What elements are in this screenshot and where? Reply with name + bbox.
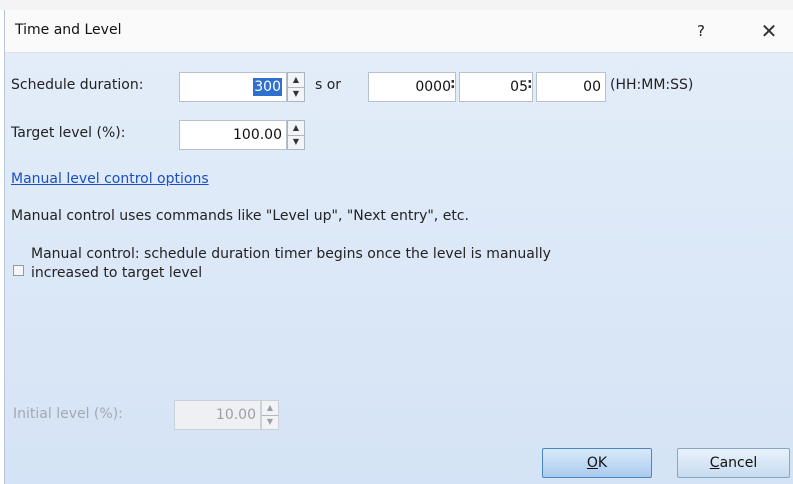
minutes-input[interactable]: 05 — [459, 72, 533, 102]
help-button[interactable]: ? — [687, 19, 715, 43]
seconds-input[interactable]: 00 — [536, 72, 606, 102]
schedule-duration-label: Schedule duration: — [11, 77, 144, 93]
hours-input[interactable]: 0000 — [368, 72, 456, 102]
schedule-seconds-input[interactable]: 300 — [179, 72, 287, 102]
dialog-title: Time and Level — [15, 22, 122, 38]
spin-down-icon[interactable]: ▼ — [288, 135, 304, 149]
close-button[interactable]: ✕ — [752, 18, 786, 44]
ok-button[interactable]: OK — [542, 448, 652, 478]
manual-control-description: Manual control uses commands like "Level… — [11, 208, 469, 224]
initial-level-label: Initial level (%): — [13, 406, 123, 422]
manual-level-control-link[interactable]: Manual level control options — [11, 171, 209, 187]
initial-level-input[interactable]: 10.00 — [174, 400, 261, 430]
spin-up-icon[interactable]: ▲ — [262, 401, 278, 416]
initial-level-spinner[interactable]: ▲ ▼ — [261, 400, 279, 430]
time-format-label: (HH:MM:SS) — [610, 77, 694, 93]
cancel-button[interactable]: Cancel — [677, 448, 790, 478]
spin-up-icon[interactable]: ▲ — [288, 73, 304, 88]
target-level-spinner[interactable]: ▲ ▼ — [287, 120, 305, 150]
spin-down-icon[interactable]: ▼ — [288, 87, 304, 101]
schedule-seconds-spinner[interactable]: ▲ ▼ — [287, 72, 305, 102]
schedule-seconds-value: 300 — [253, 78, 282, 96]
minutes-separator: : — [527, 76, 533, 92]
title-bar: Time and Level ? ✕ — [5, 10, 793, 53]
manual-control-checkbox[interactable] — [13, 265, 24, 276]
hours-separator: : — [450, 76, 456, 92]
time-and-level-dialog: Time and Level ? ✕ Schedule duration: 30… — [4, 10, 793, 484]
seconds-or-label: s or — [315, 77, 342, 93]
cancel-mnemonic: C — [709, 455, 720, 471]
manual-control-checkbox-label[interactable]: Manual control: schedule duration timer … — [31, 245, 591, 283]
cancel-label: ancel — [719, 455, 758, 471]
target-level-input[interactable]: 100.00 — [179, 120, 287, 150]
background-strip — [0, 0, 793, 10]
spin-up-icon[interactable]: ▲ — [288, 121, 304, 136]
target-level-label: Target level (%): — [11, 125, 126, 141]
ok-label: K — [597, 455, 608, 471]
spin-down-icon[interactable]: ▼ — [262, 415, 278, 429]
ok-mnemonic: O — [586, 455, 598, 471]
